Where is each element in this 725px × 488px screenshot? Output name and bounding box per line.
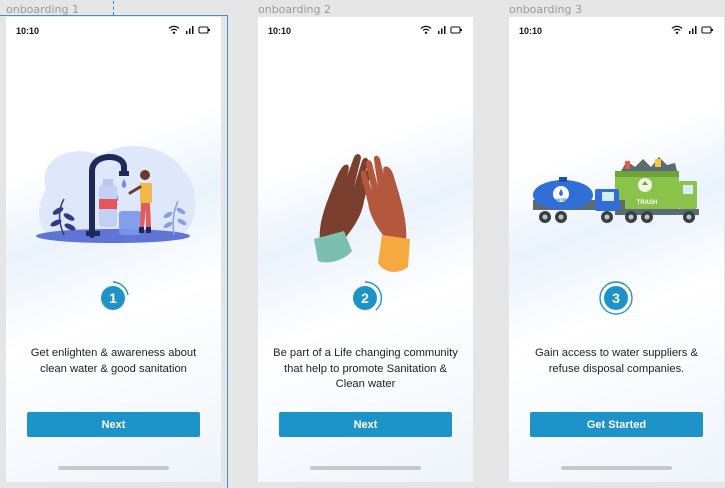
status-bar: 10:10	[258, 17, 473, 43]
battery-icon	[450, 26, 462, 34]
get-started-button[interactable]: Get Started	[530, 412, 703, 437]
status-icons	[671, 25, 713, 34]
next-button[interactable]: Next	[27, 412, 200, 437]
onboarding-caption: Get enlighten & awareness about clean wa…	[30, 347, 197, 375]
status-time: 10:10	[519, 26, 543, 36]
signal-icon	[438, 26, 446, 34]
wifi-icon	[420, 25, 432, 34]
status-time: 10:10	[268, 26, 292, 36]
high-five-illustration	[314, 154, 410, 272]
battery-icon	[701, 26, 713, 34]
status-icons	[168, 25, 210, 34]
onboarding-screen-2: 10:10 2 Be part of a Life changing commu…	[258, 17, 473, 482]
step-number: 1	[109, 290, 117, 306]
signal-icon	[186, 26, 194, 34]
signal-icon	[689, 26, 697, 34]
onboarding-screen-1: 10:10 1 Get enlighten & awareness about …	[6, 17, 221, 482]
wifi-icon	[168, 25, 180, 34]
frame-label-onboarding-1[interactable]: onboarding 1	[6, 3, 79, 16]
frame-label-onboarding-3[interactable]: onboarding 3	[509, 3, 582, 16]
home-indicator[interactable]	[58, 466, 169, 470]
wifi-icon	[671, 25, 683, 34]
status-icons	[420, 25, 462, 34]
status-bar: 10:10	[509, 17, 724, 43]
frame-label-onboarding-2[interactable]: onboarding 2	[258, 3, 331, 16]
onboarding-caption: Gain access to water suppliers & refuse …	[535, 347, 698, 375]
selection-guide	[113, 1, 114, 15]
water-label: WATER	[554, 197, 568, 202]
battery-icon	[198, 26, 210, 34]
step-number: 2	[361, 290, 369, 306]
selection-border-right	[227, 15, 228, 488]
water-tap-illustration	[36, 145, 196, 243]
step-indicator-2: 2	[353, 281, 383, 311]
step-indicator-3: 3	[599, 281, 633, 315]
trucks-illustration: TRASH WATER	[533, 157, 699, 223]
status-time: 10:10	[16, 26, 40, 36]
home-indicator[interactable]	[561, 466, 672, 470]
step-number: 3	[612, 290, 620, 306]
next-button[interactable]: Next	[279, 412, 452, 437]
status-bar: 10:10	[6, 17, 221, 43]
home-indicator[interactable]	[310, 466, 421, 470]
trash-label: TRASH	[637, 200, 658, 206]
onboarding-screen-3: 10:10 TRASH WATER 3 Gain access to water…	[509, 17, 724, 482]
onboarding-caption: Be part of a Life changing community tha…	[273, 347, 458, 390]
step-indicator-1: 1	[101, 281, 129, 310]
